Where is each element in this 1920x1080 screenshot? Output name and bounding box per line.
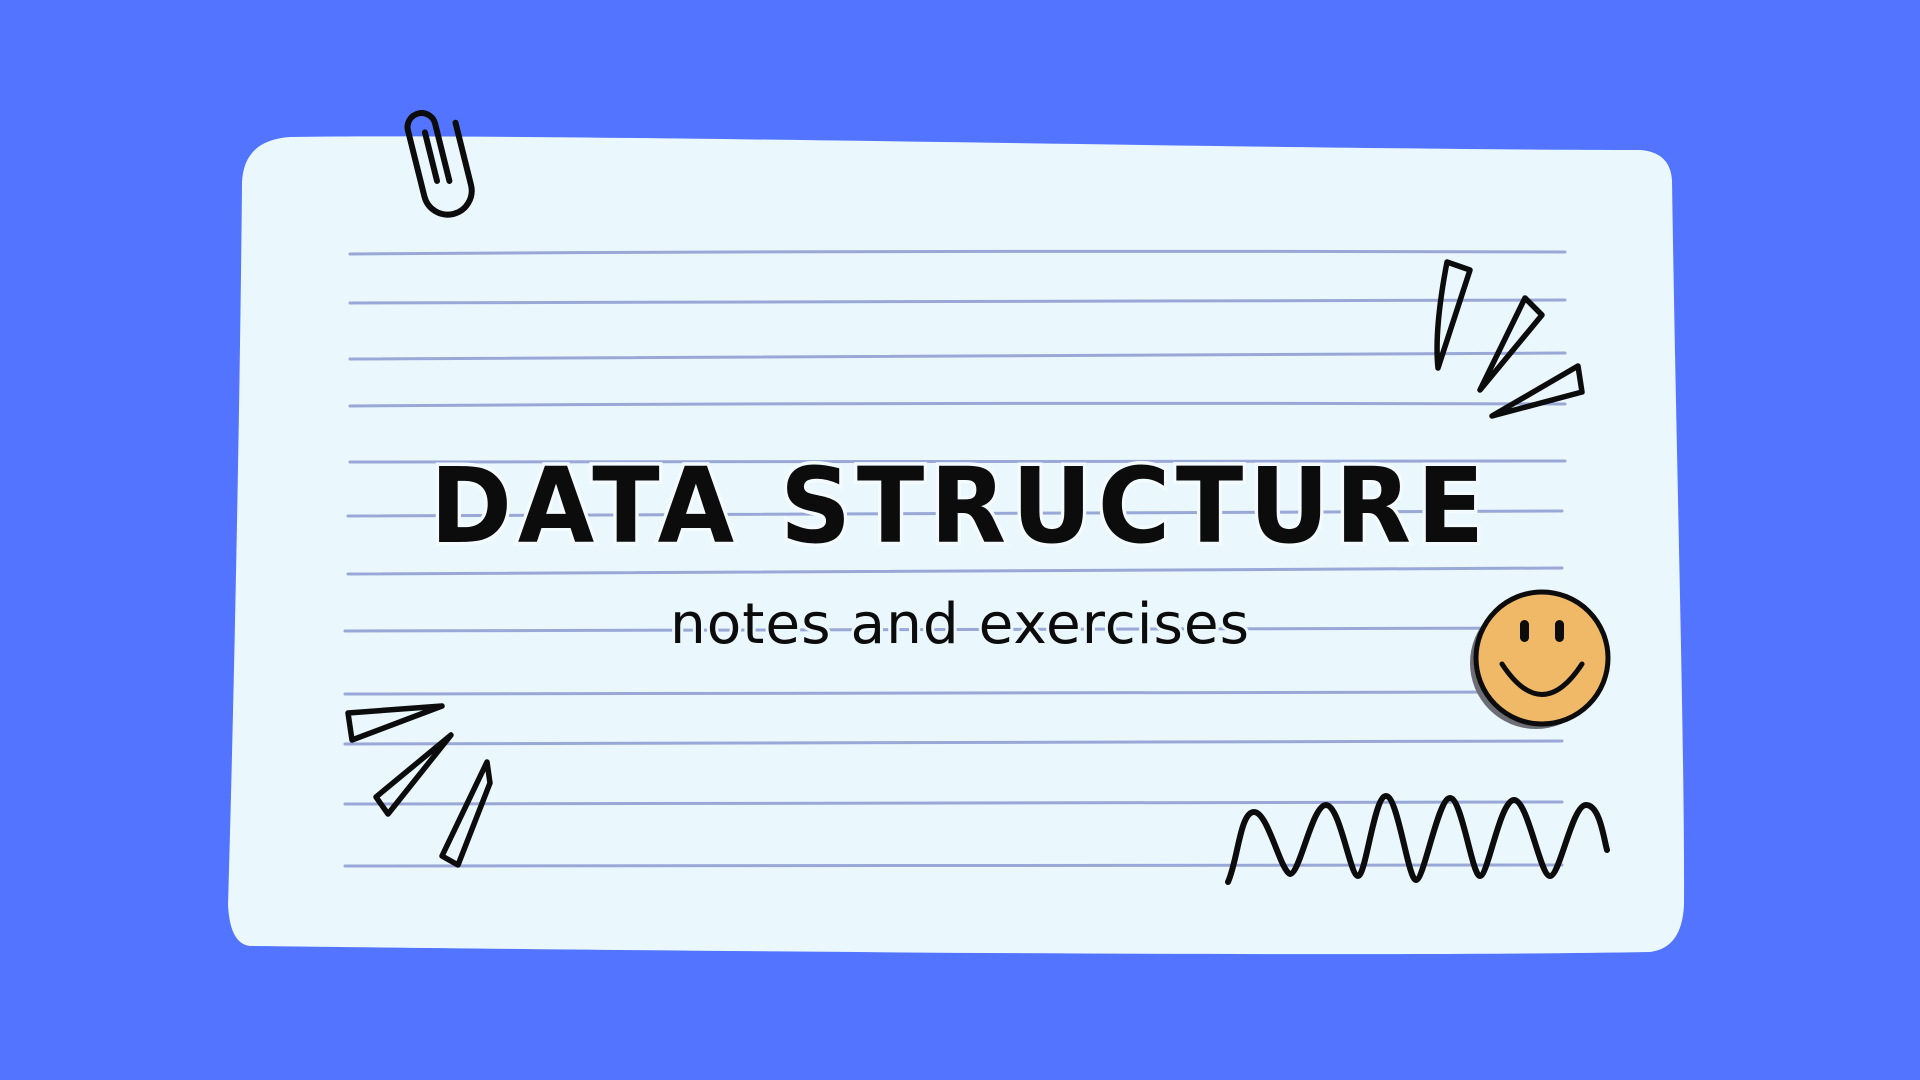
- slide-canvas: DATA STRUCTURE notes and exercises: [228, 110, 1685, 955]
- slide-title: DATA STRUCTURE: [430, 445, 1490, 567]
- slide-subtitle: notes and exercises: [670, 592, 1250, 657]
